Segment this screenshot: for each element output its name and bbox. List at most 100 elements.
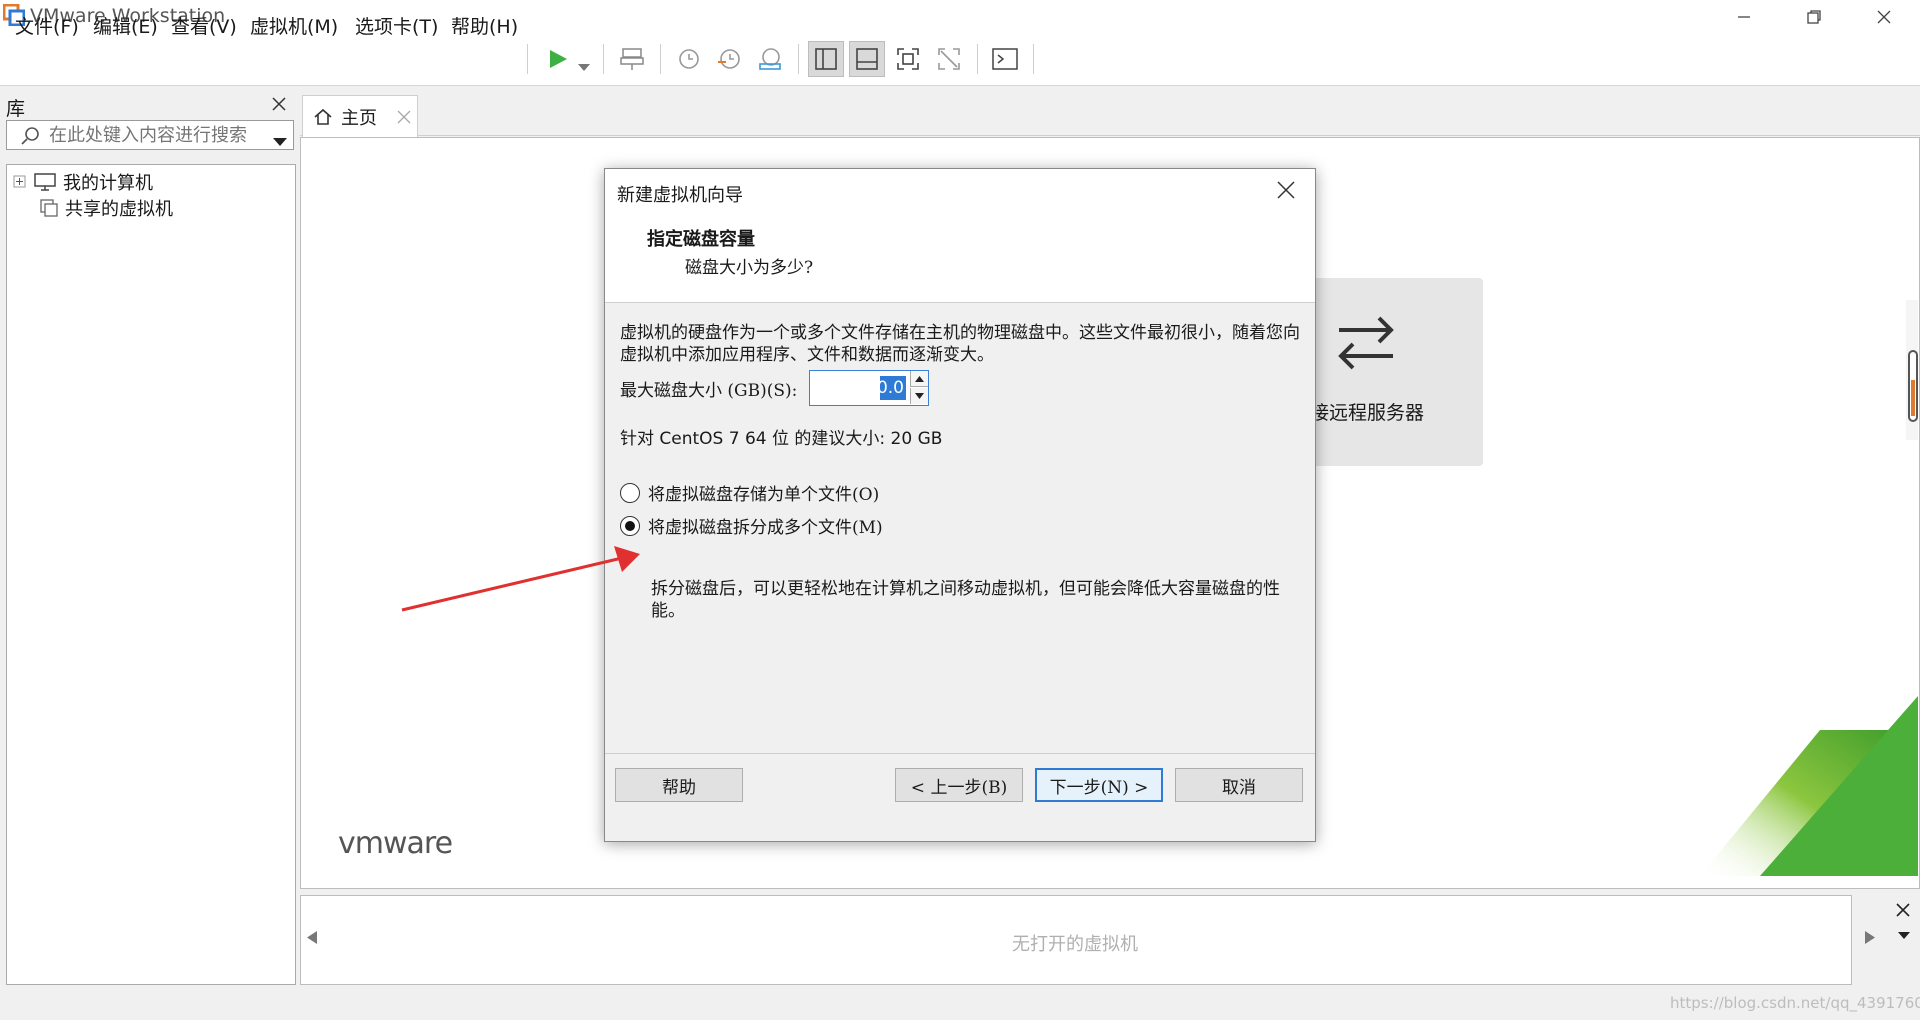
snapshot-manager-button[interactable]: [752, 41, 788, 77]
dialog-subheading: 磁盘大小为多少?: [685, 258, 814, 278]
watermark-text: https://blog.csdn.net/qq_43917601: [1670, 994, 1920, 1012]
menu-tabs[interactable]: 选项卡(T): [355, 12, 438, 39]
restore-button[interactable]: [1786, 0, 1842, 34]
tree-item-label: 我的计算机: [63, 173, 153, 194]
close-window-button[interactable]: [1856, 0, 1912, 34]
show-thumbnail-bar-button[interactable]: [849, 41, 885, 77]
tab-strip: [300, 90, 1920, 136]
connect-remote-server-card[interactable]: [1305, 278, 1483, 466]
toolbar-separator: [1033, 44, 1034, 74]
toolbar-separator: [798, 44, 799, 74]
recommended-size-text: 针对 CentOS 7 64 位 的建议大小: 20 GB: [620, 429, 943, 449]
snapshot-button[interactable]: [670, 41, 706, 77]
split-files-description: 拆分磁盘后，可以更轻松地在计算机之间移动虚拟机，但可能会降低大容量磁盘的性能。: [651, 579, 1280, 621]
thumbnail-bar-close-button[interactable]: [1896, 898, 1910, 922]
library-panel-icon: [815, 48, 837, 70]
swap-arrows-icon: [1338, 316, 1394, 370]
expand-icon[interactable]: [13, 175, 27, 189]
tree-item-shared-vms[interactable]: 共享的虚拟机: [39, 195, 173, 221]
thumbnail-scroll-left-button[interactable]: [306, 930, 318, 949]
dialog-body: 虚拟机的硬盘作为一个或多个文件存储在主机的物理磁盘中。这些文件最初很小，随着您向…: [605, 304, 1315, 752]
radio-single-file[interactable]: [620, 482, 640, 503]
home-icon: [314, 108, 332, 125]
power-on-button[interactable]: [540, 41, 576, 77]
help-button[interactable]: 帮助: [615, 768, 743, 802]
toolbar-separator: [603, 44, 604, 74]
radio-split-files[interactable]: [620, 515, 640, 536]
radio-single-file-label: 将虚拟磁盘存储为单个文件(O): [648, 485, 880, 505]
computer-icon: [34, 173, 56, 191]
disk-description: 虚拟机的硬盘作为一个或多个文件存储在主机的物理磁盘中。这些文件最初很小，随着您向…: [620, 323, 1300, 365]
menu-help[interactable]: 帮助(H): [451, 12, 518, 39]
disk-size-input[interactable]: [812, 375, 904, 401]
next-button[interactable]: 下一步(N) >: [1035, 768, 1163, 802]
dialog-footer: 帮助 < 上一步(B) 下一步(N) > 取消: [605, 753, 1315, 841]
spin-up-icon: [915, 375, 924, 382]
snapshot-icon: [679, 49, 699, 69]
tree-item-my-computer[interactable]: 我的计算机: [13, 169, 153, 195]
radio-split-files-label: 将虚拟磁盘拆分成多个文件(M): [648, 518, 883, 538]
minimize-button[interactable]: [1716, 0, 1772, 34]
revert-snapshot-button[interactable]: [711, 41, 747, 77]
radio-single-file-option[interactable]: 将虚拟磁盘存储为单个文件(O): [620, 480, 879, 505]
chevron-left-icon: [307, 931, 317, 944]
tab-home[interactable]: 主页: [302, 95, 418, 137]
max-disk-size-label: 最大磁盘大小 (GB)(S):: [620, 381, 798, 401]
disk-size-increment-button[interactable]: [910, 371, 928, 387]
close-icon: [1877, 10, 1891, 24]
send-keys-button[interactable]: [614, 41, 650, 77]
status-bar: [0, 990, 1920, 1020]
chevron-down-icon: [1898, 932, 1910, 939]
disk-size-decrement-button[interactable]: [910, 388, 928, 404]
toolbar-separator: [977, 44, 978, 74]
tree-item-label: 共享的虚拟机: [65, 199, 173, 220]
restore-icon: [1807, 10, 1821, 24]
unity-icon: [938, 48, 960, 70]
chevron-down-icon: [273, 138, 287, 146]
dialog-close-button[interactable]: [1277, 177, 1295, 205]
connect-remote-server-label: 接远程服务器: [1310, 402, 1425, 424]
dialog-header: 新建虚拟机向导 指定磁盘容量 磁盘大小为多少?: [605, 169, 1315, 303]
library-panel: 库 我的计算机 共享的虚拟机: [4, 90, 296, 985]
toolbar-separator: [660, 44, 661, 74]
tab-home-label: 主页: [341, 107, 377, 129]
library-search-box: [6, 120, 294, 150]
close-tab-icon[interactable]: [397, 110, 411, 124]
show-library-button[interactable]: [808, 41, 844, 77]
terminal-icon: [992, 48, 1018, 70]
chevron-right-icon: [1865, 931, 1875, 944]
close-icon: [1277, 181, 1295, 199]
unity-button[interactable]: [931, 41, 967, 77]
dialog-heading: 指定磁盘容量: [647, 229, 755, 250]
library-close-button[interactable]: [272, 92, 286, 116]
play-icon: [550, 50, 567, 68]
library-tree: 我的计算机 共享的虚拟机: [6, 164, 296, 985]
revert-snapshot-icon: [718, 49, 740, 69]
new-vm-wizard-dialog: 新建虚拟机向导 指定磁盘容量 磁盘大小为多少? 虚拟机的硬盘作为一个或多个文件存…: [604, 168, 1316, 842]
search-dropdown-button[interactable]: [273, 131, 287, 152]
scrollbar-thumb-indicator: [1911, 380, 1915, 416]
thumbnail-scroll-right-button[interactable]: [1864, 930, 1876, 949]
spin-down-icon: [915, 393, 924, 399]
snapshot-manager-icon: [759, 48, 781, 70]
back-button[interactable]: < 上一步(B): [895, 768, 1023, 802]
toolbar-separator: [527, 44, 528, 74]
green-brand-decoration: [1700, 696, 1918, 876]
chevron-down-icon: [578, 64, 590, 71]
console-view-button[interactable]: [987, 41, 1023, 77]
no-open-vms-text: 无打开的虚拟机: [1012, 934, 1138, 955]
menu-vm[interactable]: 虚拟机(M): [250, 12, 338, 39]
cancel-button[interactable]: 取消: [1175, 768, 1303, 802]
annotation-arrow: [401, 546, 640, 612]
menu-view[interactable]: 查看(V): [171, 12, 237, 39]
thumbnail-bar-menu-button[interactable]: [1898, 928, 1910, 944]
full-screen-button[interactable]: [890, 41, 926, 77]
power-dropdown-button[interactable]: [578, 56, 590, 77]
menu-file[interactable]: 文件(F): [15, 12, 79, 39]
library-search-input[interactable]: [49, 123, 269, 147]
menu-edit[interactable]: 编辑(E): [93, 12, 158, 39]
minimize-icon: [1738, 16, 1750, 18]
shared-vm-icon: [40, 199, 58, 217]
radio-split-files-option[interactable]: 将虚拟磁盘拆分成多个文件(M): [620, 513, 883, 538]
keyboard-icon: [620, 48, 644, 70]
